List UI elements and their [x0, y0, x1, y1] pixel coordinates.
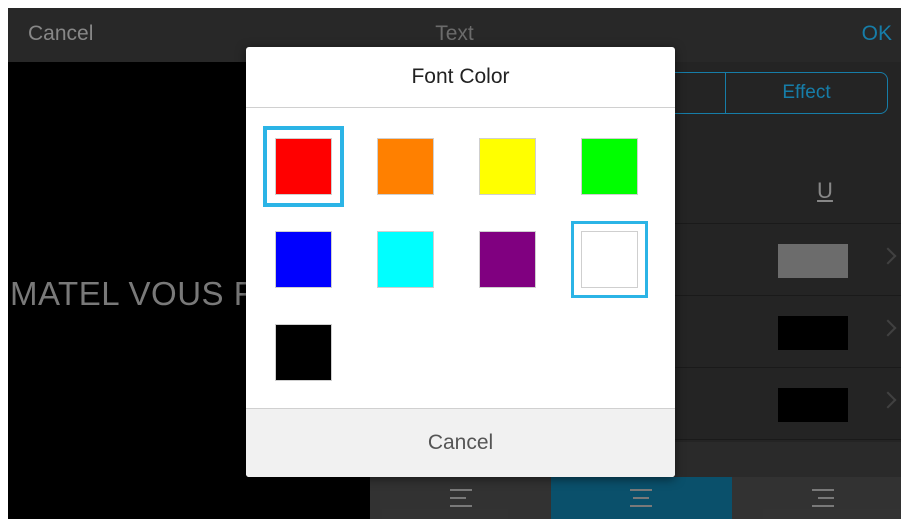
font-color-dialog: Font Color Cancel: [246, 47, 675, 477]
color-option-cyan[interactable]: [377, 231, 434, 288]
color-option-yellow[interactable]: [479, 138, 536, 195]
divider: [246, 107, 675, 108]
dialog-title: Font Color: [411, 65, 510, 88]
color-option-orange[interactable]: [377, 138, 434, 195]
selection-ring: [263, 126, 344, 207]
color-option-blue[interactable]: [275, 231, 332, 288]
color-option-green[interactable]: [581, 138, 638, 195]
dialog-cancel-button[interactable]: Cancel: [246, 409, 675, 477]
color-option-black[interactable]: [275, 324, 332, 381]
selection-ring: [571, 221, 648, 298]
color-option-purple[interactable]: [479, 231, 536, 288]
